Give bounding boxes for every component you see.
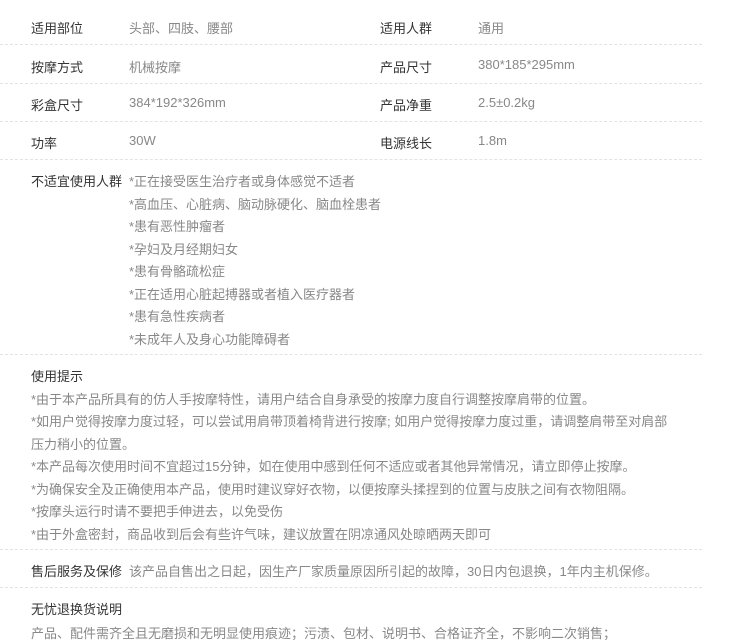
spec-label: 按摩方式 xyxy=(31,60,84,75)
spec-value: 1.8m xyxy=(478,133,507,148)
tips-line: *本产品每次使用时间不宜超过15分钟，如在使用中感到任何不适应或者其他异常情况，… xyxy=(31,459,636,474)
spec-label: 产品尺寸 xyxy=(380,60,433,75)
tips-line: *由于外盒密封，商品收到后会有些许气味，建议放置在阴凉通风处晾晒两天即可 xyxy=(31,527,492,542)
unsuitable-label: 不适宜使用人群 xyxy=(31,174,123,189)
spec-row: 按摩方式 机械按摩 产品尺寸 380*185*295mm xyxy=(0,44,702,84)
tips-line: 压力稍小的位置。 xyxy=(31,437,136,452)
aftersale-title: 售后服务及保修 xyxy=(31,564,123,579)
spec-value: 通用 xyxy=(478,21,505,36)
tips-title: 使用提示 xyxy=(31,369,84,384)
spec-value: 头部、四肢、腰部 xyxy=(129,21,234,36)
unsuitable-item: *孕妇及月经期妇女 xyxy=(129,242,239,257)
product-detail-page: 适用部位 头部、四肢、腰部 适用人群 通用 按摩方式 机械按摩 产品尺寸 380… xyxy=(0,0,750,641)
unsuitable-item: *患有急性疾病者 xyxy=(129,309,226,324)
returns-text: 产品、配件需齐全且无磨损和无明显使用痕迹；污渍、包材、说明书、合格证齐全，不影响… xyxy=(31,626,617,641)
spec-value: 30W xyxy=(129,133,156,148)
unsuitable-item: *高血压、心脏病、脑动脉硬化、脑血栓患者 xyxy=(129,197,382,212)
unsuitable-item: *正在适用心脏起搏器或者植入医疗器者 xyxy=(129,287,356,302)
spec-value: 2.5±0.2kg xyxy=(478,95,536,110)
unsuitable-item: *患有恶性肿瘤者 xyxy=(129,219,226,234)
spec-row: 适用部位 头部、四肢、腰部 适用人群 通用 xyxy=(0,0,702,45)
spec-value: 380*185*295mm xyxy=(478,57,575,72)
spec-label: 适用人群 xyxy=(380,21,433,36)
tips-line: *按摩头运行时请不要把手伸进去，以免受伤 xyxy=(31,504,284,519)
spec-label: 彩盒尺寸 xyxy=(31,98,84,113)
unsuitable-item: *未成年人及身心功能障碍者 xyxy=(129,332,291,347)
spec-label: 产品净重 xyxy=(380,98,433,113)
returns-title: 无忧退换货说明 xyxy=(31,602,123,617)
unsuitable-section: 不适宜使用人群 *正在接受医生治疗者或身体感觉不适者 *高血压、心脏病、脑动脉硬… xyxy=(0,159,702,355)
tips-section: 使用提示 *由于本产品所具有的仿人手按摩特性，请用户结合自身承受的按摩力度自行调… xyxy=(0,354,702,550)
spec-row: 彩盒尺寸 384*192*326mm 产品净重 2.5±0.2kg xyxy=(0,83,702,122)
tips-line: *如用户觉得按摩力度过轻，可以尝试用肩带顶着椅背进行按摩; 如用户觉得按摩力度过… xyxy=(31,414,668,429)
spec-label: 功率 xyxy=(31,136,58,151)
aftersale-section: 售后服务及保修 该产品自售出之日起，因生产厂家质量原因所引起的故障，30日内包退… xyxy=(0,549,702,588)
aftersale-text: 该产品自售出之日起，因生产厂家质量原因所引起的故障，30日内包退换，1年内主机保… xyxy=(129,564,658,579)
spec-value: 机械按摩 xyxy=(129,60,182,75)
returns-section: 无忧退换货说明 产品、配件需齐全且无磨损和无明显使用痕迹；污渍、包材、说明书、合… xyxy=(0,587,702,641)
unsuitable-item: *患有骨骼疏松症 xyxy=(129,264,226,279)
spec-label: 电源线长 xyxy=(380,136,433,151)
unsuitable-item: *正在接受医生治疗者或身体感觉不适者 xyxy=(129,174,356,189)
spec-row: 功率 30W 电源线长 1.8m xyxy=(0,121,702,160)
tips-line: *由于本产品所具有的仿人手按摩特性，请用户结合自身承受的按摩力度自行调整按摩肩带… xyxy=(31,392,596,407)
spec-value: 384*192*326mm xyxy=(129,95,226,110)
spec-label: 适用部位 xyxy=(31,21,84,36)
tips-line: *为确保安全及正确使用本产品，使用时建议穿好衣物，以便按摩头揉捏到的位置与皮肤之… xyxy=(31,482,635,497)
